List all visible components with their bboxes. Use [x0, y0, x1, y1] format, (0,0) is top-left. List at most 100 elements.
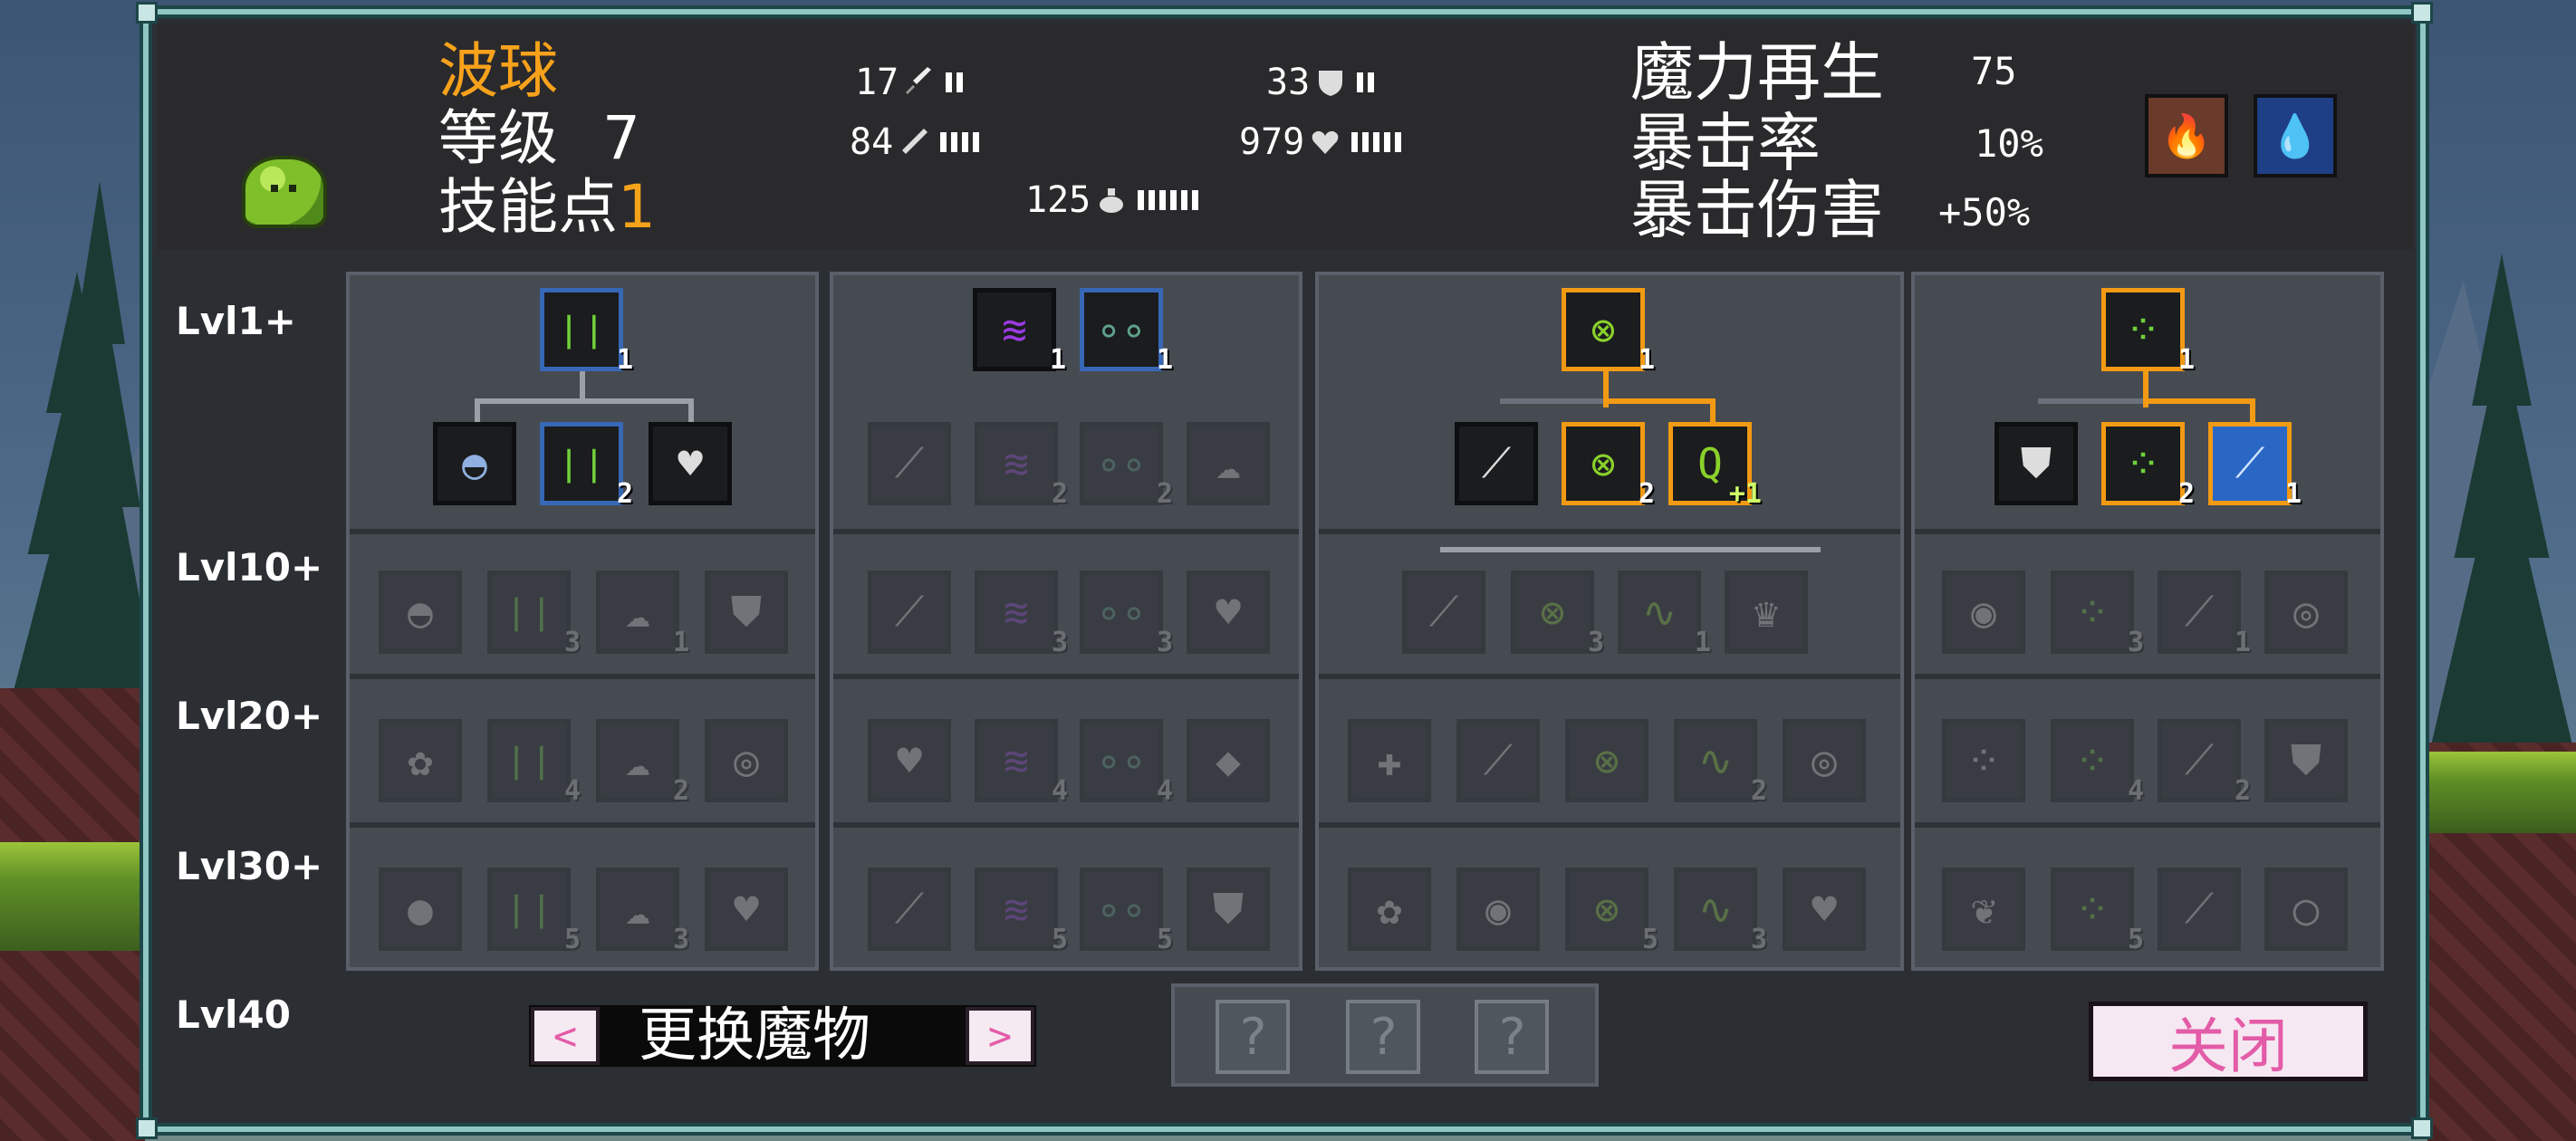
- connector: [1440, 547, 1821, 552]
- skill-node-locked[interactable]: ⟋ 1: [2158, 570, 2251, 658]
- mana-regen-value: 75: [1971, 49, 2017, 93]
- skill-node-locked[interactable]: ⟋ 2: [2158, 719, 2251, 807]
- close-button[interactable]: 关闭: [2089, 1002, 2368, 1081]
- skill-node-locked[interactable]: ◓: [379, 570, 462, 654]
- skill-node-locked[interactable]: ∘∘ 5: [1080, 868, 1173, 955]
- attack-value: 17: [855, 62, 899, 103]
- skill-node-locked[interactable]: ◎: [1783, 719, 1866, 802]
- skill-node-locked[interactable]: ✚: [1348, 719, 1431, 802]
- skill-node-locked[interactable]: ⊗: [1565, 719, 1648, 802]
- skill-node-locked[interactable]: ♛: [1725, 570, 1808, 654]
- skill-node-locked[interactable]: ∘∘ 3: [1080, 570, 1173, 658]
- skill-node-target-orb-2[interactable]: ⊗ 2: [1562, 422, 1655, 510]
- skill-node-locked[interactable]: ✿: [1348, 868, 1431, 951]
- skill-node-locked[interactable]: ⟋: [1456, 719, 1540, 802]
- heart-icon: [1310, 127, 1341, 158]
- skill-node-wand-charge[interactable]: ⟋: [1455, 422, 1538, 505]
- prev-monster-button[interactable]: <: [531, 1007, 600, 1065]
- connector: [475, 398, 480, 422]
- skill-node-locked[interactable]: ∘∘ 4: [1080, 719, 1173, 807]
- panel-corner: [2411, 1117, 2433, 1139]
- panel-corner: [136, 2, 158, 24]
- tier-divider: [1915, 822, 2380, 828]
- crit-rate-label: 暴击率: [1630, 106, 1821, 180]
- skill-node-ufo[interactable]: ◓: [433, 422, 516, 505]
- skill-node-locked[interactable]: ⁘ 4: [2051, 719, 2144, 807]
- grass-right: [2427, 752, 2576, 833]
- skill-node-poison-rain[interactable]: ❘❘ 1: [540, 288, 633, 376]
- tier-divider: [350, 822, 815, 828]
- skill-node-locked[interactable]: ⛊: [2264, 719, 2348, 802]
- skill-node-locked[interactable]: ❘❘ 4: [487, 719, 581, 807]
- next-monster-button[interactable]: >: [966, 1007, 1034, 1065]
- tier-divider: [833, 529, 1299, 534]
- skill-node-locked[interactable]: ☁: [1187, 422, 1270, 505]
- skill-node-locked[interactable]: ◉: [1456, 868, 1540, 951]
- skill-node-locked[interactable]: ⁘ 5: [2051, 868, 2144, 955]
- skill-node-locked[interactable]: ●: [379, 868, 462, 951]
- level-label-40: Lvl40: [176, 992, 291, 1037]
- skill-node-poison-rain-2[interactable]: ❘❘ 2: [540, 422, 633, 510]
- skill-node-locked[interactable]: ⟋: [868, 422, 951, 505]
- skill-node-locked[interactable]: ◉: [1942, 570, 2025, 654]
- skill-node-locked[interactable]: ∘∘ 2: [1080, 422, 1173, 510]
- skill-node-locked[interactable]: ≋ 5: [975, 868, 1068, 955]
- skill-node-spore-cloud-2[interactable]: ⁘ 2: [2101, 422, 2195, 510]
- skill-node-locked[interactable]: ♥: [868, 719, 951, 802]
- skill-node-locked[interactable]: ≋ 3: [975, 570, 1068, 658]
- skill-node-locked[interactable]: ∿ 3: [1674, 868, 1767, 955]
- connector: [475, 398, 694, 404]
- skill-node-locked[interactable]: ⟋: [1402, 570, 1485, 654]
- skill-node-orb-plus[interactable]: Q +1: [1668, 422, 1762, 510]
- skill-node-locked[interactable]: ⟋: [868, 570, 951, 654]
- tier-divider: [833, 822, 1299, 828]
- skill-node-locked[interactable]: ☁ 3: [596, 868, 689, 955]
- skill-node-bubbles[interactable]: ∘∘ 1: [1080, 288, 1173, 376]
- skill-node-locked[interactable]: ≋ 2: [975, 422, 1068, 510]
- tier-divider: [1319, 822, 1900, 828]
- attack-stat: 17: [855, 62, 964, 103]
- skill-node-heart-up[interactable]: ♥: [649, 422, 732, 505]
- skill-node-locked[interactable]: ❦: [1942, 868, 2025, 951]
- magic-stat: 84: [850, 121, 980, 163]
- skill-node-locked[interactable]: ◆: [1187, 719, 1270, 802]
- skill-node-locked[interactable]: ⛊: [1187, 868, 1270, 951]
- skill-node-locked[interactable]: ◎: [705, 719, 788, 802]
- panel-corner: [2411, 2, 2433, 24]
- skill-node-locked[interactable]: ◯: [2264, 868, 2348, 951]
- skill-node-locked[interactable]: ⟋: [868, 868, 951, 951]
- skill-node-locked[interactable]: ❘❘ 3: [487, 570, 581, 658]
- crit-damage-label: 暴击伤害: [1630, 173, 1884, 247]
- skill-node-locked[interactable]: ♥: [1783, 868, 1866, 951]
- skill-node-locked[interactable]: ⟋: [2158, 868, 2241, 951]
- unknown-slot-2: ?: [1346, 1000, 1420, 1074]
- skill-node-locked[interactable]: ☁ 1: [596, 570, 689, 658]
- skill-node-locked[interactable]: ✿: [379, 719, 462, 802]
- skill-node-locked[interactable]: ∿ 2: [1674, 719, 1767, 807]
- skill-node-locked[interactable]: ☁ 2: [596, 719, 689, 807]
- skill-node-locked[interactable]: ◎: [2264, 570, 2348, 654]
- skill-node-locked[interactable]: ❘❘ 5: [487, 868, 581, 955]
- skill-node-locked[interactable]: ⊗ 5: [1565, 868, 1658, 955]
- change-monster-label[interactable]: 更换魔物: [639, 1000, 870, 1072]
- skill-node-locked[interactable]: ♥: [1187, 570, 1270, 654]
- skill-node-armor-up[interactable]: ⛊: [1994, 422, 2078, 505]
- skill-node-staff[interactable]: ⟋ 1: [2208, 422, 2302, 510]
- skill-node-locked[interactable]: ⛊: [705, 570, 788, 654]
- skill-node-locked[interactable]: ⊗ 3: [1511, 570, 1604, 658]
- skill-node-locked[interactable]: ♥: [705, 868, 788, 951]
- health-stat: 979: [1239, 121, 1402, 163]
- water-shield-buff-icon[interactable]: 💧: [2254, 94, 2337, 177]
- skill-node-target-orb[interactable]: ⊗ 1: [1562, 288, 1655, 376]
- connector: [2143, 398, 2255, 404]
- level-label-20: Lvl20+: [176, 694, 323, 738]
- skill-node-spore-cloud[interactable]: ⁘ 1: [2101, 288, 2195, 376]
- skill-node-purple-wave[interactable]: ≋ 1: [973, 288, 1066, 376]
- attack-up-buff-icon[interactable]: 🔥: [2145, 94, 2228, 177]
- skill-node-locked[interactable]: ⁘: [1942, 719, 2025, 802]
- skill-node-locked[interactable]: ≋ 4: [975, 719, 1068, 807]
- skill-node-locked[interactable]: ⁘ 3: [2051, 570, 2144, 658]
- connector: [2250, 398, 2255, 422]
- skill-node-locked[interactable]: ∿ 1: [1618, 570, 1711, 658]
- unknown-slot-3: ?: [1475, 1000, 1549, 1074]
